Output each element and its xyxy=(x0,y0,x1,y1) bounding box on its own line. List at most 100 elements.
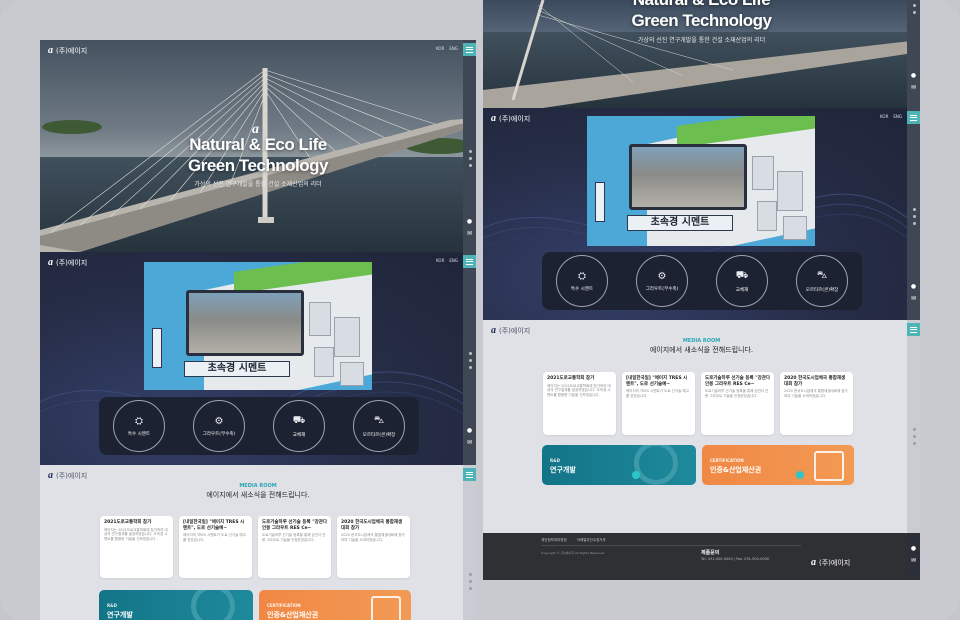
logo[interactable]: a (주)에이지 xyxy=(491,113,530,124)
feature-repair[interactable]: ⛟ 교체재 xyxy=(273,400,325,452)
user-icon[interactable]: ● xyxy=(910,72,917,79)
news-card[interactable]: 2021도로교통학회 참가 에이지는 2021도로교통학회에 참가하여 대상의 … xyxy=(543,372,616,435)
machine-icon: ⚙ xyxy=(657,270,667,282)
news-card[interactable]: 2020 한국도시업체국 통합재생대회 참가 2020 한국도시업체국 통합재생… xyxy=(337,516,410,578)
footer-logo[interactable]: a (주)에이지 xyxy=(811,557,850,568)
media-tag: MEDIA ROOM xyxy=(682,338,721,344)
copyright: Copyright © (주)에이지 All Rights Reserved. xyxy=(541,551,605,555)
slide-pager xyxy=(469,352,472,369)
media-title: 에이지에서 새소식을 전해드립니다. xyxy=(649,346,754,354)
pager-dot[interactable] xyxy=(469,157,472,160)
user-icon[interactable]: ● xyxy=(466,218,473,225)
side-rail xyxy=(907,320,920,533)
pager-dot[interactable] xyxy=(469,150,472,153)
pager-dot[interactable] xyxy=(913,222,916,225)
pager-dot[interactable] xyxy=(469,352,472,355)
news-card[interactable]: [내일한국일] "에이지 TRES 시멘트", 도로 선기술예~ 에이지의 TR… xyxy=(179,516,252,578)
lang-kor[interactable]: KOR xyxy=(880,114,888,119)
certification-link[interactable]: CERTIFICATION 인증&산업재산권 xyxy=(702,445,854,485)
language-switch: KOR ENG xyxy=(436,258,458,263)
menu-button[interactable] xyxy=(463,43,476,56)
slide-pager xyxy=(913,428,916,445)
feature-mortar[interactable]: ⛍ 모르타르(콘)확장 xyxy=(796,255,848,307)
lang-kor[interactable]: KOR xyxy=(436,46,444,51)
news-card[interactable]: 도로기술하루 선기술 등록 "강관다 안봉 그라우트 RES Ce~ 도로기술하… xyxy=(701,372,774,435)
logo[interactable]: a (주)에이지 xyxy=(48,257,87,268)
feature-list: ⛭ 특수 시멘트 ⚙ 그라우트(무수축) ⛟ 교체재 ⛍ 모르타르(콘)확장 xyxy=(542,252,862,310)
pager-dot[interactable] xyxy=(913,208,916,211)
pager-dot[interactable] xyxy=(469,587,472,590)
product-label: 초속경 시멘트 xyxy=(627,215,733,231)
side-rail xyxy=(463,465,476,620)
hero-title-line2: Green Technology xyxy=(631,11,773,30)
logo-mark: a xyxy=(811,557,816,568)
news-title: 2021도로교통학회 참가 xyxy=(547,376,595,381)
feature-mortar[interactable]: ⛍ 모르타르(콘)확장 xyxy=(353,400,405,452)
pager-dot[interactable] xyxy=(913,4,916,7)
news-card[interactable]: 2020 한국도시업체국 통합재생대회 참가 2020 한국도시업체국 통합재생… xyxy=(780,372,853,435)
user-icon[interactable]: ● xyxy=(910,283,917,290)
mail-icon[interactable]: ✉ xyxy=(466,230,473,237)
menu-button[interactable] xyxy=(463,255,476,268)
pager-dot[interactable] xyxy=(913,442,916,445)
logo[interactable]: a (주)에이지 xyxy=(48,45,87,56)
pager-dot[interactable] xyxy=(469,164,472,167)
mail-icon[interactable]: ✉ xyxy=(910,295,917,302)
pager-dot[interactable] xyxy=(913,435,916,438)
feature-label: 모르타르(콘)확장 xyxy=(805,287,839,293)
lang-eng[interactable]: ENG xyxy=(893,114,902,119)
pager-dot[interactable] xyxy=(469,359,472,362)
contact-title: 제품문의 xyxy=(701,550,720,556)
side-rail xyxy=(907,0,920,108)
pager-dot[interactable] xyxy=(913,215,916,218)
rnd-link[interactable]: R&D 연구개발 xyxy=(542,445,696,485)
logo[interactable]: a (주)에이지 xyxy=(48,470,87,481)
news-card[interactable]: [내일한국일] "에이지 TRES 시멘트", 도로 선기술예~ 에이지의 TR… xyxy=(622,372,695,435)
pager-dot[interactable] xyxy=(913,428,916,431)
feature-list: ⛭ 특수 시멘트 ⚙ 그라우트(무수축) ⛟ 교체재 ⛍ 모르타르(콘)확장 xyxy=(99,397,419,455)
email-policy-link[interactable]: 이메일무단수집거부 xyxy=(577,538,606,543)
pager-dot[interactable] xyxy=(469,580,472,583)
lang-eng[interactable]: ENG xyxy=(449,258,458,263)
pager-dot[interactable] xyxy=(469,366,472,369)
mixer-icon: ⛭ xyxy=(135,415,143,427)
news-title: 도로기술하루 선기술 등록 "강관다 안봉 그라우트 RES Ce~ xyxy=(262,520,328,531)
news-card[interactable]: 도로기술하루 선기술 등록 "강관다 안봉 그라우트 RES Ce~ 도로기술하… xyxy=(258,516,331,578)
lang-eng[interactable]: ENG xyxy=(449,46,458,51)
privacy-link[interactable]: 개인정보처리방침 xyxy=(541,538,567,543)
mail-icon[interactable]: ✉ xyxy=(910,84,917,91)
pager-dot[interactable] xyxy=(913,11,916,14)
pager-dot[interactable] xyxy=(469,573,472,576)
user-icon[interactable]: ● xyxy=(466,427,473,434)
footer-divider xyxy=(541,545,801,546)
menu-button[interactable] xyxy=(907,323,920,336)
feature-grout[interactable]: ⚙ 그라우트(무수축) xyxy=(193,400,245,452)
menu-button[interactable] xyxy=(463,468,476,481)
feature-special-cement[interactable]: ⛭ 특수 시멘트 xyxy=(556,255,608,307)
accent-dot xyxy=(796,471,804,479)
news-card[interactable]: 2021도로교통학회 참가 에이지는 2021도로교통학회에 참가하여 대상의 … xyxy=(100,516,173,578)
news-title: 2020 한국도시업체국 통합재생대회 참가 xyxy=(784,376,846,387)
feature-special-cement[interactable]: ⛭ 특수 시멘트 xyxy=(113,400,165,452)
feature-repair[interactable]: ⛟ 교체재 xyxy=(716,255,768,307)
news-body: 에이지는 2021도로교통학회에 참가하여 대상의 연구결과를 발표하였습니다.… xyxy=(547,383,611,397)
menu-button[interactable] xyxy=(907,111,920,124)
news-body: 2020 한국도시업체국 통합재생대회에 참가하여 기술을 소개하였습니다. xyxy=(784,389,848,398)
feature-grout[interactable]: ⚙ 그라우트(무수축) xyxy=(636,255,688,307)
accent-dot xyxy=(632,471,640,479)
hero-title-line1: Natural & Eco Life xyxy=(483,0,920,10)
logo-name: (주)에이지 xyxy=(56,471,88,480)
lang-kor[interactable]: KOR xyxy=(436,258,444,263)
mail-icon[interactable]: ✉ xyxy=(910,557,917,564)
certification-link[interactable]: CERTIFICATION 인증&산업재산권 xyxy=(259,590,411,620)
cta-key: R&D xyxy=(107,603,117,608)
news-body: 에이지의 TRES 시멘트가 도로 선기술 예고를 받았습니다. xyxy=(183,533,246,542)
media-tag: MEDIA ROOM xyxy=(239,483,277,489)
logo[interactable]: a (주)에이지 xyxy=(491,325,530,336)
mail-icon[interactable]: ✉ xyxy=(466,439,473,446)
slide-pager xyxy=(913,4,916,14)
feature-label: 교체재 xyxy=(292,432,306,438)
user-icon[interactable]: ● xyxy=(910,545,917,552)
language-switch: KOR ENG xyxy=(436,46,458,51)
rnd-link[interactable]: R&D 연구개발 xyxy=(99,590,253,620)
